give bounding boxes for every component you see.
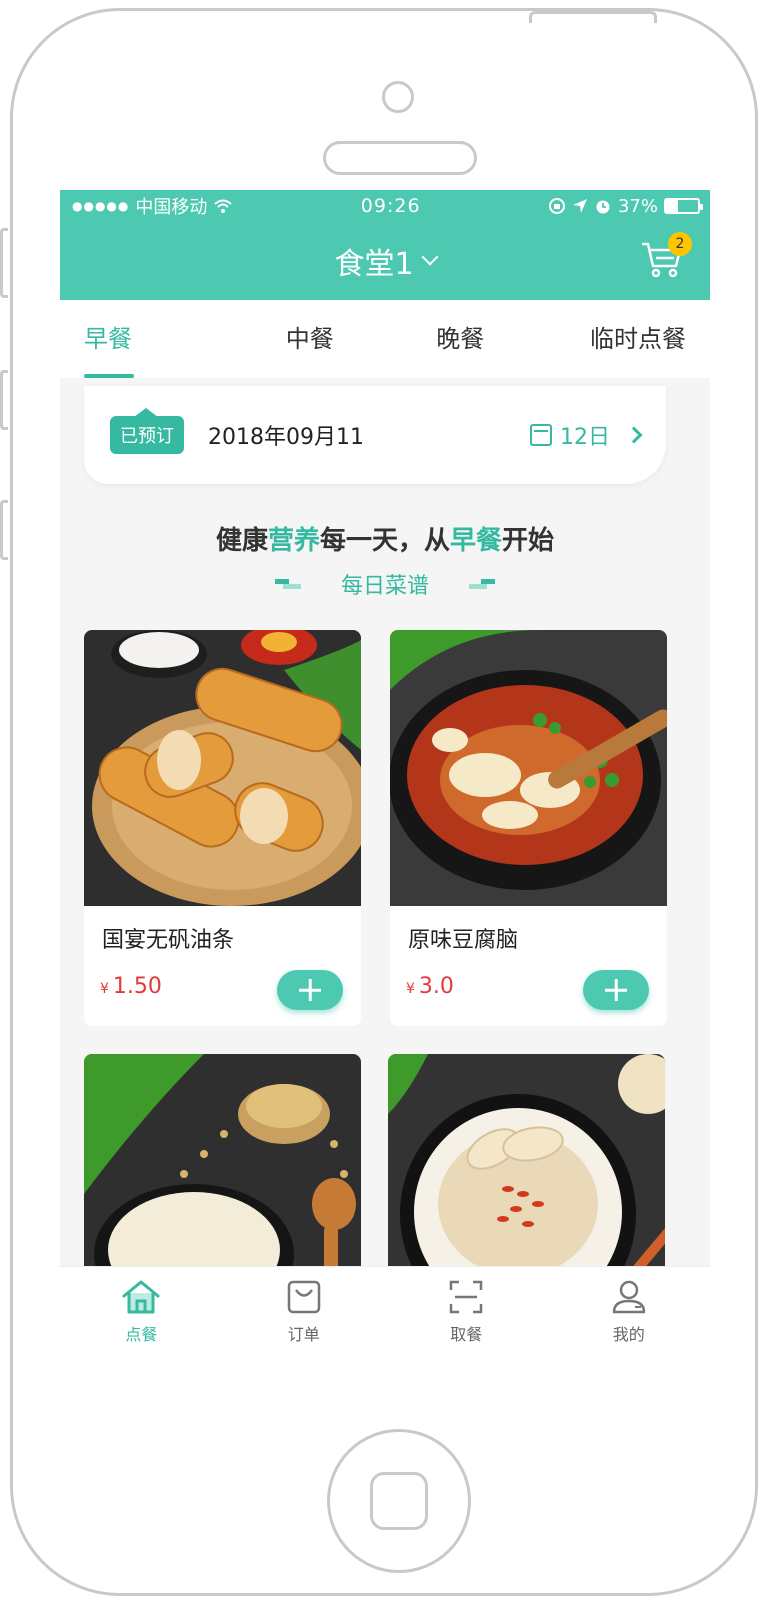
status-bar: ●●●●● 中国移动 09:26 37%	[60, 190, 710, 222]
canteen-selector[interactable]: 食堂1	[334, 239, 439, 283]
tab-dinner[interactable]: 晚餐	[385, 300, 536, 378]
section-subtitle-text: 每日菜谱	[340, 574, 429, 599]
bottom-tab-bar: 点餐 订单 取餐 我的	[60, 1266, 710, 1374]
location-icon	[572, 199, 587, 213]
day-picker[interactable]: 12日	[530, 419, 643, 451]
volume-down-button	[0, 500, 8, 560]
rotation-lock-icon	[548, 198, 565, 214]
tabbar-label: 点餐	[125, 1325, 158, 1344]
reserved-badge: 已预订	[110, 408, 184, 454]
title-bar: 食堂1 2	[60, 222, 710, 300]
battery-icon	[663, 198, 703, 214]
price-value: 3.0	[418, 974, 454, 999]
tabbar-label: 订单	[287, 1325, 320, 1344]
menu-item-card[interactable]: 原味豆腐脑 ¥3.0	[390, 630, 667, 1026]
decoration-right	[469, 579, 495, 589]
tab-lunch[interactable]: 中餐	[235, 300, 386, 378]
earpiece-speaker	[323, 141, 477, 175]
menu-item-name: 原味豆腐脑	[408, 928, 519, 953]
app-screen: ●●●●● 中国移动 09:26 37% 食堂1 2 早餐 中餐 晚餐 临时点餐…	[60, 190, 710, 1374]
food-image	[390, 630, 667, 906]
price-value: 1.50	[112, 974, 162, 999]
status-time: 09:26	[360, 195, 421, 217]
scan-icon	[450, 1280, 483, 1314]
menu-item-name: 国宴无矾油条	[102, 928, 235, 953]
add-to-cart-button[interactable]	[583, 970, 649, 1010]
tabbar-item-order[interactable]: 点餐	[60, 1267, 223, 1374]
decoration-left	[274, 579, 301, 589]
home-button[interactable]	[327, 1429, 471, 1573]
currency-symbol: ¥	[406, 981, 415, 997]
chevron-down-icon	[421, 248, 439, 266]
alarm-icon	[596, 200, 610, 214]
wifi-icon	[214, 199, 233, 213]
section-subtitle: 每日菜谱	[60, 568, 710, 600]
selected-day: 12日	[560, 425, 610, 450]
tabbar-label: 我的	[612, 1325, 645, 1344]
chevron-right-icon	[625, 426, 643, 444]
slogan: 健康营养每一天，从早餐开始	[60, 520, 710, 557]
signal-icon: ●●●●●	[72, 199, 130, 213]
home-icon	[122, 1280, 160, 1314]
slogan-text: 健康	[215, 526, 268, 556]
volume-up-button	[0, 370, 8, 430]
slogan-text: 开始	[502, 526, 555, 556]
tabbar-item-profile[interactable]: 我的	[548, 1267, 711, 1374]
reservation-date: 2018年09月11	[208, 425, 364, 450]
slogan-highlight: 营养	[267, 526, 320, 556]
tabbar-label: 取餐	[450, 1325, 483, 1344]
front-camera	[382, 81, 414, 113]
tab-breakfast[interactable]: 早餐	[60, 300, 235, 378]
bag-icon	[287, 1280, 320, 1314]
mute-switch	[0, 228, 8, 298]
calendar-icon	[530, 424, 552, 446]
add-to-cart-button[interactable]	[277, 970, 343, 1010]
battery-percent: 37%	[617, 195, 658, 217]
carrier-name: 中国移动	[135, 197, 208, 218]
menu-item-card[interactable]: 国宴无矾油条 ¥1.50	[84, 630, 361, 1026]
cart-count-badge: 2	[668, 232, 692, 256]
slogan-text: 每一天，从	[319, 526, 450, 556]
cart-button[interactable]: 2	[640, 232, 692, 280]
meal-tabs: 早餐 中餐 晚餐 临时点餐	[60, 300, 710, 378]
canteen-name: 食堂1	[334, 247, 414, 282]
reservation-date-card: 已预订 2018年09月11 12日	[84, 386, 666, 484]
food-image	[84, 630, 361, 906]
slogan-highlight: 早餐	[450, 526, 503, 556]
power-button	[529, 11, 657, 23]
battery-level	[665, 200, 678, 212]
menu-item-price: ¥1.50	[100, 974, 162, 999]
currency-symbol: ¥	[100, 981, 109, 997]
tab-temporary-order[interactable]: 临时点餐	[536, 300, 711, 378]
user-icon	[612, 1280, 645, 1314]
menu-item-price: ¥3.0	[406, 974, 454, 999]
tabbar-item-pickup[interactable]: 取餐	[385, 1267, 548, 1374]
tabbar-item-orders[interactable]: 订单	[223, 1267, 386, 1374]
